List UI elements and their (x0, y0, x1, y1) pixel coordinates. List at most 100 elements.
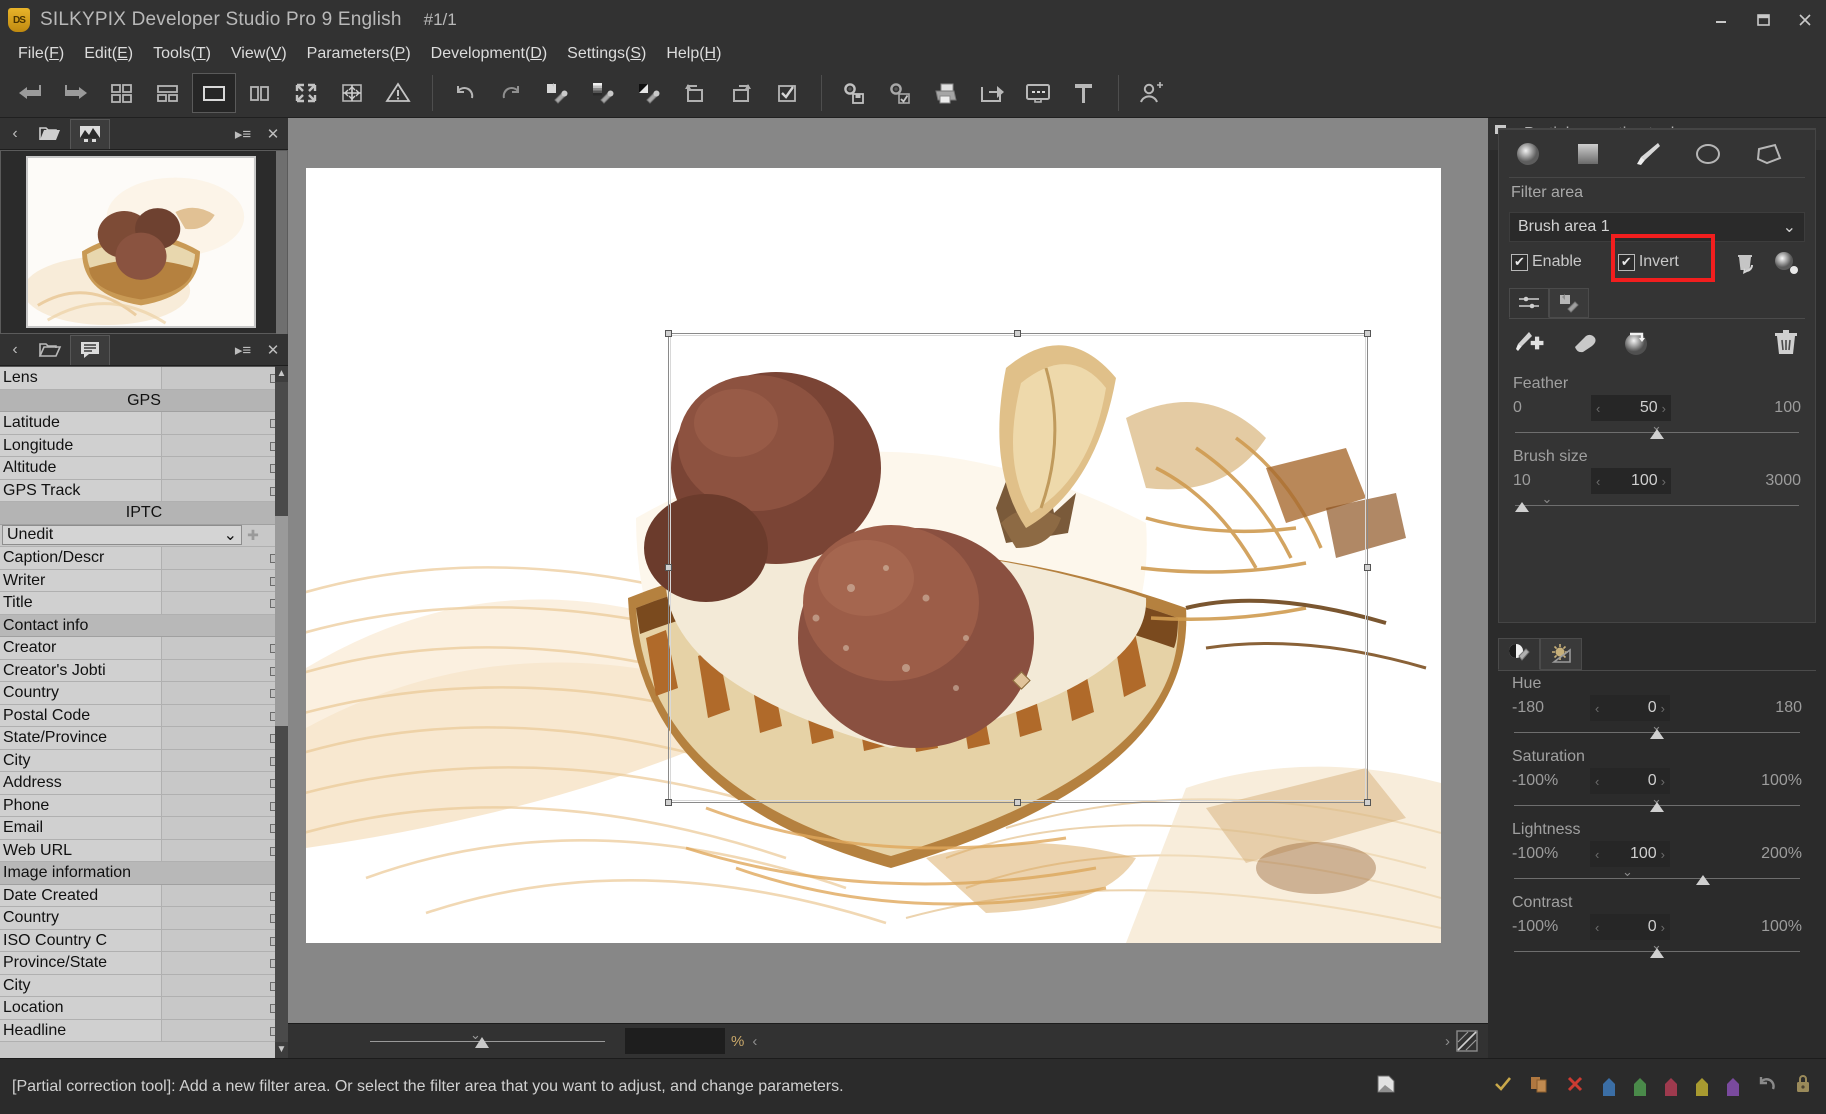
metadata-row[interactable]: Web URL (0, 839, 288, 862)
close-button[interactable] (1784, 0, 1826, 40)
slider-track[interactable]: ⌄ (1512, 718, 1802, 744)
single-image-view-icon[interactable] (192, 72, 236, 113)
metadata-value[interactable] (162, 997, 288, 1019)
develop-save-icon[interactable] (832, 73, 876, 113)
delete-x-icon[interactable] (1565, 1074, 1585, 1099)
menu-development[interactable]: Development(D) (421, 42, 558, 66)
metadata-value[interactable] (162, 682, 288, 704)
metadata-value[interactable] (162, 457, 288, 479)
slider-knob[interactable] (1650, 802, 1664, 812)
ellipse-tool-icon[interactable] (1693, 139, 1723, 169)
metadata-value[interactable] (162, 659, 288, 681)
brush-tool-icon[interactable] (1633, 139, 1663, 169)
slider-value-field[interactable]: ‹ 100 › (1591, 468, 1671, 494)
metadata-value[interactable] (162, 434, 288, 456)
metadata-value[interactable] (162, 547, 288, 569)
metadata-row[interactable]: GPS Track (0, 479, 288, 502)
metadata-value[interactable] (162, 749, 288, 771)
thumbnail-list-view-icon[interactable] (146, 73, 190, 113)
metadata-row[interactable]: State/Province (0, 727, 288, 750)
scroll-down-arrow-icon[interactable]: ▼ (275, 1042, 288, 1058)
metadata-row[interactable]: Province/State (0, 952, 288, 975)
metadata-row[interactable]: Lens (0, 367, 288, 390)
metadata-value[interactable] (162, 974, 288, 996)
lock-icon[interactable] (1794, 1074, 1812, 1099)
green-tag-icon[interactable] (1632, 1076, 1647, 1098)
slider-increment-icon[interactable]: › (1661, 774, 1665, 789)
metadata-row[interactable]: City (0, 974, 288, 997)
enable-checkbox-group[interactable]: ✔ Enable (1511, 253, 1582, 271)
slider-track[interactable]: ⌄ (1512, 864, 1802, 890)
color-adjust-tab[interactable] (1498, 638, 1540, 670)
next-image-icon[interactable] (54, 73, 98, 113)
warning-icon[interactable] (376, 73, 420, 113)
metadata-row[interactable]: Email (0, 817, 288, 840)
menu-file[interactable]: File(F) (8, 42, 74, 66)
print-icon[interactable] (924, 73, 968, 113)
menu-parameters[interactable]: Parameters(P) (297, 42, 421, 66)
slider-increment-icon[interactable]: › (1661, 847, 1665, 862)
thumbnail-strip[interactable] (0, 150, 288, 335)
two-pane-compare-icon[interactable] (238, 73, 282, 113)
metadata-value[interactable] (162, 929, 288, 951)
collapse-left-icon-2[interactable]: ‹ (0, 335, 30, 365)
user-profile-icon[interactable] (1129, 73, 1173, 113)
metadata-scrollbar[interactable]: ▲ ▼ (275, 366, 288, 1058)
thumbnail-grid-view-icon[interactable] (100, 73, 144, 113)
previous-image-icon[interactable] (8, 73, 52, 113)
black-balance-picker-icon[interactable] (627, 73, 671, 113)
slider-knob[interactable] (1514, 502, 1529, 512)
polygon-tool-icon[interactable] (1753, 139, 1783, 169)
menu-edit[interactable]: Edit(E) (74, 42, 143, 66)
menu-tools[interactable]: Tools(T) (143, 42, 221, 66)
undo-icon[interactable] (443, 73, 487, 113)
metadata-value[interactable] (162, 907, 288, 929)
zoom-next-arrow[interactable]: › (1445, 1033, 1450, 1050)
export-icon[interactable] (970, 73, 1014, 113)
fit-to-window-icon[interactable] (330, 73, 374, 113)
metadata-value[interactable] (162, 412, 288, 434)
rotate-right-icon[interactable] (719, 73, 763, 113)
metadata-preset-select[interactable]: Unedit ⌄ (2, 525, 242, 546)
mark-checkbox-icon[interactable] (765, 73, 809, 113)
rotate-left-icon[interactable] (673, 73, 717, 113)
slider-knob[interactable] (1650, 429, 1664, 439)
slider-track[interactable]: ⌄ (1513, 418, 1801, 444)
metadata-list[interactable]: Lens GPS Latitude Longitude Altitude GPS Trac… (0, 366, 288, 1058)
metadata-row[interactable]: Title (0, 592, 288, 615)
brush-settings-tab[interactable] (1509, 288, 1549, 318)
metadata-row[interactable]: Postal Code (0, 704, 288, 727)
metadata-row[interactable]: Creator (0, 637, 288, 660)
batch-develop-icon[interactable] (878, 73, 922, 113)
gradient-rectangle-tool-icon[interactable] (1573, 139, 1603, 169)
gradient-circle-tool-icon[interactable] (1513, 139, 1543, 169)
zoom-value-field[interactable] (625, 1028, 725, 1054)
red-tag-icon[interactable] (1663, 1076, 1678, 1098)
folder-tab[interactable] (30, 335, 70, 365)
minimize-button[interactable] (1700, 0, 1742, 40)
eraser-icon[interactable] (1569, 330, 1599, 361)
menu-help[interactable]: Help(H) (656, 42, 731, 66)
white-balance-picker-icon[interactable] (535, 73, 579, 113)
slider-track[interactable]: ⌄ (1512, 791, 1802, 817)
metadata-value[interactable] (162, 704, 288, 726)
add-preset-icon[interactable]: ✚ (242, 527, 264, 544)
slider-increment-icon[interactable]: › (1661, 701, 1665, 716)
slider-increment-icon[interactable]: › (1662, 474, 1666, 489)
metadata-row[interactable]: Date Created (0, 884, 288, 907)
mask-settings-tab[interactable] (1549, 288, 1589, 318)
metadata-value[interactable] (162, 772, 288, 794)
page-corner-icon[interactable] (1375, 1073, 1397, 1100)
metadata-row[interactable]: Caption/Descr (0, 547, 288, 570)
metadata-value[interactable] (162, 884, 288, 906)
redo-icon[interactable] (489, 73, 533, 113)
metadata-row[interactable]: ISO Country C (0, 929, 288, 952)
folder-explorer-tab[interactable] (30, 119, 70, 149)
fullscreen-icon[interactable] (284, 73, 328, 113)
photo-preview[interactable] (306, 168, 1441, 943)
purple-tag-icon[interactable] (1725, 1076, 1740, 1098)
menu-view[interactable]: View(V) (221, 42, 297, 66)
yellow-tag-icon[interactable] (1694, 1076, 1709, 1098)
enable-checkbox[interactable]: ✔ (1511, 253, 1528, 271)
metadata-preset-combo[interactable]: Unedit ⌄ ✚ (0, 524, 288, 547)
